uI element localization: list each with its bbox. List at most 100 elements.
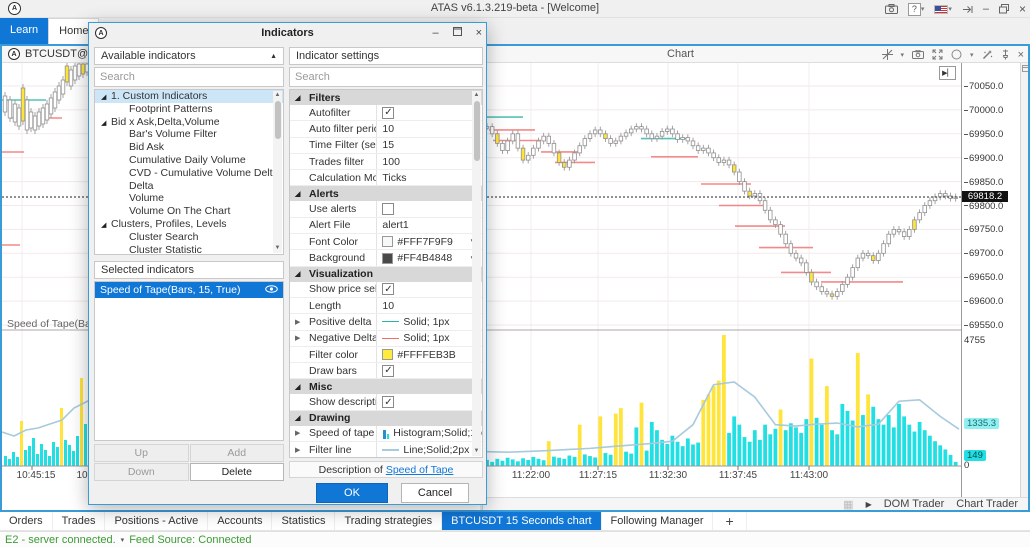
tree-item[interactable]: Cluster Statistic xyxy=(95,244,283,255)
tab-chart-trader[interactable]: Chart Trader xyxy=(956,498,1018,510)
right-scroll-strip[interactable] xyxy=(1020,63,1028,510)
crosshair-icon[interactable] xyxy=(882,49,893,60)
scroll-up-icon[interactable]: ▲ xyxy=(273,91,282,100)
checkbox[interactable] xyxy=(382,203,394,215)
checkbox[interactable]: ✓ xyxy=(382,107,394,119)
tools-icon[interactable] xyxy=(982,49,993,60)
goto-end-button[interactable]: ▶▏ xyxy=(939,66,956,80)
cancel-button[interactable]: Cancel xyxy=(401,483,469,503)
doc-tab-positions-active[interactable]: Positions - Active xyxy=(105,512,208,530)
settings-row[interactable]: Time Filter (sec.)15 xyxy=(290,138,482,154)
price-axis[interactable]: 70050.070000.069950.069900.069850.069800… xyxy=(961,63,1019,497)
settings-row[interactable]: Calculation ModeTicks xyxy=(290,170,482,186)
checkbox[interactable]: ✓ xyxy=(382,283,394,295)
ellipse-dropdown-icon[interactable]: ▾ xyxy=(970,51,974,59)
dialog-close-icon[interactable]: × xyxy=(476,27,482,39)
tab-dom-trader[interactable]: DOM Trader xyxy=(884,498,945,510)
settings-row[interactable]: Auto filter period10 xyxy=(290,121,482,137)
tree-item[interactable]: Volume On The Chart xyxy=(95,205,283,218)
tree-item[interactable]: ◢Clusters, Profiles, Levels xyxy=(95,218,283,231)
scroll-down-icon[interactable]: ▼ xyxy=(273,244,282,253)
settings-row[interactable]: Show price selecti...✓ xyxy=(290,282,482,298)
settings-row[interactable]: ▶Filter lineLine;Solid;2px xyxy=(290,442,482,458)
tree-item[interactable]: Footprint Patterns xyxy=(95,103,283,116)
help-button[interactable]: ?▾ xyxy=(908,3,925,16)
settings-row[interactable]: Length10 xyxy=(290,298,482,314)
grid-scrollbar[interactable]: ▲ ▼ xyxy=(472,91,481,456)
crosshair-dropdown-icon[interactable]: ▾ xyxy=(901,51,905,59)
available-search-input[interactable] xyxy=(94,67,284,87)
expand-icon[interactable]: ▶ xyxy=(295,318,300,326)
expand-icon[interactable]: ▶ xyxy=(295,334,300,342)
settings-row[interactable]: Use alerts xyxy=(290,201,482,217)
right-chart-panel[interactable]: Chart ▾ ▾ × ▶▏ 70050.070000.069950.06990… xyxy=(482,46,1028,510)
add-button[interactable]: Add xyxy=(190,444,285,462)
settings-row[interactable]: Filter color#FFFFEB3B xyxy=(290,347,482,363)
trader-scroll-icon[interactable]: ▦ xyxy=(843,498,853,511)
settings-search-input[interactable] xyxy=(289,67,483,87)
tree-item[interactable]: Cluster Search xyxy=(95,231,283,244)
settings-section-alerts[interactable]: ◢Alerts xyxy=(290,186,482,201)
available-indicators-header[interactable]: Available indicators ▲ xyxy=(94,47,284,65)
settings-row[interactable]: Show description✓ xyxy=(290,394,482,410)
tree-item[interactable]: ◢1. Custom Indicators xyxy=(95,90,283,103)
settings-row[interactable]: ▶Positive deltaSolid; 1px xyxy=(290,314,482,330)
settings-row[interactable]: Alert Filealert1 xyxy=(290,218,482,234)
minimize-icon[interactable]: – xyxy=(983,3,989,15)
color-swatch[interactable] xyxy=(382,349,393,360)
ok-button[interactable]: OK xyxy=(316,483,388,503)
tree-item[interactable]: Bar's Volume Filter xyxy=(95,128,283,141)
camera-icon[interactable] xyxy=(912,50,924,59)
pin-window-icon[interactable] xyxy=(962,5,973,14)
pin-icon[interactable] xyxy=(1001,49,1010,60)
settings-section-filters[interactable]: ◢Filters xyxy=(290,90,482,105)
add-tab-button[interactable]: + xyxy=(713,512,746,530)
fullscreen-icon[interactable] xyxy=(932,49,943,60)
selected-indicator-item[interactable]: Speed of Tape(Bars, 15, True) xyxy=(95,282,283,298)
settings-row[interactable]: Background#FF4B4848▼ xyxy=(290,250,482,266)
settings-section-visualization[interactable]: ◢Visualization xyxy=(290,267,482,282)
close-icon[interactable]: × xyxy=(1019,2,1026,16)
ellipse-tool-icon[interactable] xyxy=(951,49,962,60)
down-button[interactable]: Down xyxy=(94,463,189,481)
up-button[interactable]: Up xyxy=(94,444,189,462)
expand-icon[interactable]: ▶ xyxy=(295,446,300,454)
visibility-eye-icon[interactable] xyxy=(265,284,278,296)
right-chart-svg[interactable] xyxy=(483,63,961,470)
language-flag-icon[interactable]: ▾ xyxy=(934,5,952,14)
checkbox[interactable]: ✓ xyxy=(382,396,394,408)
settings-section-misc[interactable]: ◢Misc xyxy=(290,379,482,394)
settings-row[interactable]: Autofilter✓ xyxy=(290,105,482,121)
collapse-icon[interactable]: ▲ xyxy=(270,53,277,60)
doc-tab-accounts[interactable]: Accounts xyxy=(208,512,272,530)
settings-row[interactable]: ▶Speed of tapeHistogram;Solid;1p xyxy=(290,426,482,442)
settings-row[interactable]: Trades filter100 xyxy=(290,154,482,170)
doc-tab-statistics[interactable]: Statistics xyxy=(272,512,335,530)
settings-row[interactable]: Font Color#FFF7F9F9▼ xyxy=(290,234,482,250)
doc-tab-following-manager[interactable]: Following Manager xyxy=(602,512,714,530)
tree-item[interactable]: CVD - Cumulative Volume Delta xyxy=(95,167,283,180)
scroll-up-icon[interactable]: ▲ xyxy=(472,91,481,100)
dialog-minimize-icon[interactable]: – xyxy=(432,27,438,39)
tree-item[interactable]: Bid Ask xyxy=(95,141,283,154)
tab-learn[interactable]: Learn xyxy=(0,18,48,44)
settings-row[interactable]: Draw bars✓ xyxy=(290,363,482,379)
expand-icon[interactable]: ▶ xyxy=(295,429,300,437)
settings-row[interactable]: ▶Negative DeltaSolid; 1px xyxy=(290,331,482,347)
tree-item[interactable]: Cumulative Daily Volume xyxy=(95,154,283,167)
checkbox[interactable]: ✓ xyxy=(382,365,394,377)
settings-section-drawing[interactable]: ◢Drawing xyxy=(290,411,482,426)
description-link[interactable]: Speed of Tape xyxy=(386,464,454,476)
dialog-maximize-icon[interactable] xyxy=(453,27,462,39)
delete-button[interactable]: Delete xyxy=(190,463,285,481)
doc-tab-trades[interactable]: Trades xyxy=(53,512,106,530)
connection-dropdown-icon[interactable]: ▾ xyxy=(121,536,125,544)
tree-item[interactable]: Delta xyxy=(95,180,283,193)
doc-tab-orders[interactable]: Orders xyxy=(0,512,53,530)
tree-item[interactable]: ◢Bid x Ask,Delta,Volume xyxy=(95,116,283,129)
restore-icon[interactable] xyxy=(999,4,1009,14)
trader-expand-icon[interactable]: ▶ xyxy=(866,500,872,509)
screenshot-icon[interactable] xyxy=(885,4,898,14)
color-swatch[interactable] xyxy=(382,236,393,247)
close-chart-icon[interactable]: × xyxy=(1018,49,1024,61)
